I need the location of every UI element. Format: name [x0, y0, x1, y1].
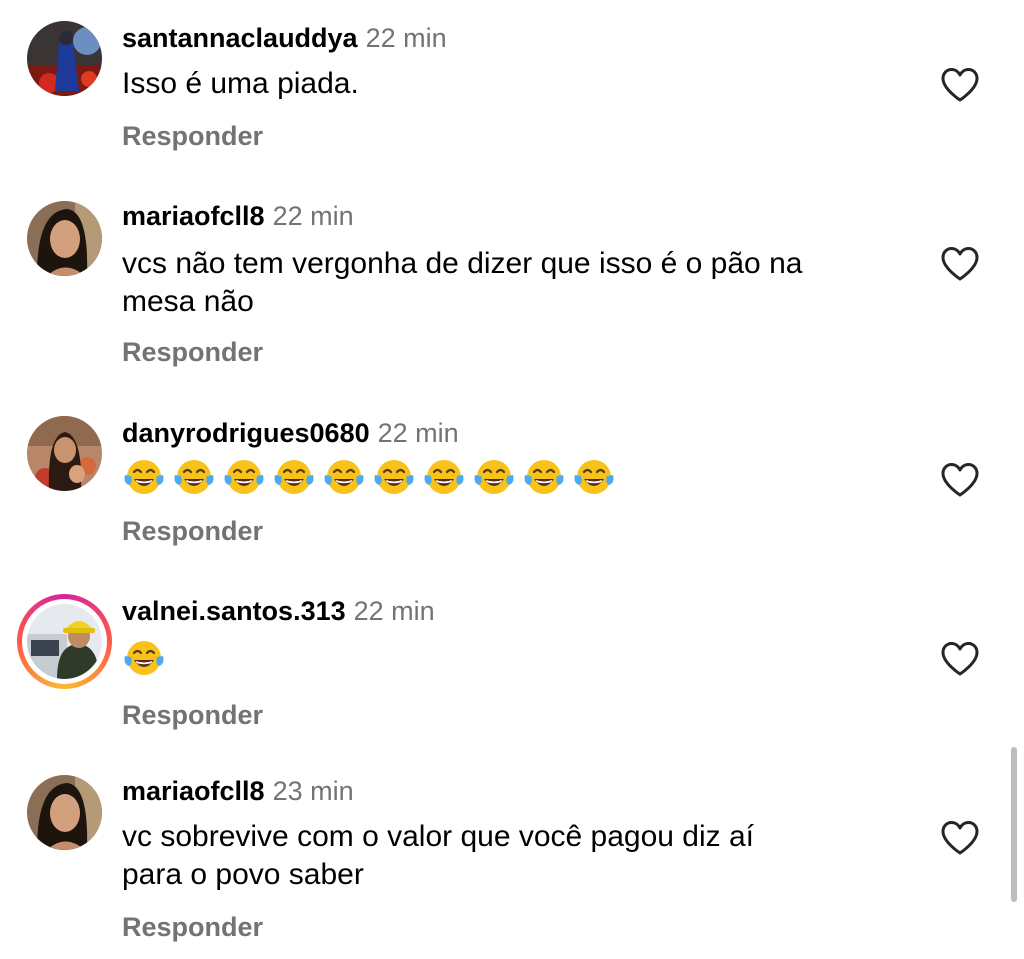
face-with-tears-of-joy-icon: [522, 455, 566, 499]
face-with-tears-of-joy-icon: [272, 455, 316, 499]
comment-header: mariaofcll8 23 min: [122, 774, 354, 808]
face-with-tears-of-joy-icon: [422, 455, 466, 499]
timestamp: 22 min: [365, 23, 447, 53]
face-with-tears-of-joy-icon: [122, 636, 166, 680]
username[interactable]: santannaclauddya: [122, 23, 358, 53]
face-with-tears-of-joy-icon: [322, 455, 366, 499]
avatar[interactable]: [27, 201, 102, 276]
face-with-tears-of-joy-icon: [222, 455, 266, 499]
emoji-row: [122, 455, 616, 499]
username[interactable]: mariaofcll8: [122, 201, 265, 231]
comment-text-line: vc sobrevive com o valor que você pagou …: [122, 820, 755, 853]
heart-outline-icon[interactable]: [940, 641, 980, 677]
timestamp: 22 min: [353, 596, 435, 626]
comment-header: santannaclauddya 22 min: [122, 21, 447, 55]
comment-text-line: para o povo saber: [122, 858, 364, 891]
comment-text: Isso é uma piada.: [122, 67, 359, 100]
avatar[interactable]: [27, 21, 102, 96]
reply-button[interactable]: Responder: [122, 336, 263, 368]
comments-list: santannaclauddya 22 min Isso é uma piada.…: [0, 0, 1024, 959]
avatar[interactable]: [27, 775, 102, 850]
face-with-tears-of-joy-icon: [122, 455, 166, 499]
scrollbar[interactable]: [1011, 747, 1017, 902]
reply-button[interactable]: Responder: [122, 699, 263, 731]
reply-button[interactable]: Responder: [122, 120, 263, 152]
heart-outline-icon[interactable]: [940, 67, 980, 103]
heart-outline-icon[interactable]: [940, 462, 980, 498]
comment-header: valnei.santos.313 22 min: [122, 594, 435, 628]
story-ring[interactable]: [17, 594, 112, 689]
comment-header: mariaofcll8 22 min: [122, 199, 354, 233]
reply-button[interactable]: Responder: [122, 911, 263, 943]
face-with-tears-of-joy-icon: [472, 455, 516, 499]
avatar[interactable]: [27, 604, 102, 679]
comment-text: vcs não tem vergonha de dizer que isso é…: [122, 245, 912, 321]
username[interactable]: mariaofcll8: [122, 776, 265, 806]
timestamp: 22 min: [377, 418, 459, 448]
username[interactable]: valnei.santos.313: [122, 596, 346, 626]
heart-outline-icon[interactable]: [940, 820, 980, 856]
timestamp: 23 min: [272, 776, 354, 806]
face-with-tears-of-joy-icon: [372, 455, 416, 499]
face-with-tears-of-joy-icon: [172, 455, 216, 499]
comment-text-line: vcs não tem vergonha de dizer que isso é…: [122, 247, 803, 280]
heart-outline-icon[interactable]: [940, 246, 980, 282]
comment-header: danyrodrigues0680 22 min: [122, 416, 459, 450]
comment-text-line: mesa não: [122, 285, 254, 318]
reply-button[interactable]: Responder: [122, 515, 263, 547]
avatar[interactable]: [27, 416, 102, 491]
face-with-tears-of-joy-icon: [572, 455, 616, 499]
emoji-row: [122, 636, 166, 680]
timestamp: 22 min: [272, 201, 354, 231]
comment-text: vc sobrevive com o valor que você pagou …: [122, 818, 912, 894]
username[interactable]: danyrodrigues0680: [122, 418, 370, 448]
